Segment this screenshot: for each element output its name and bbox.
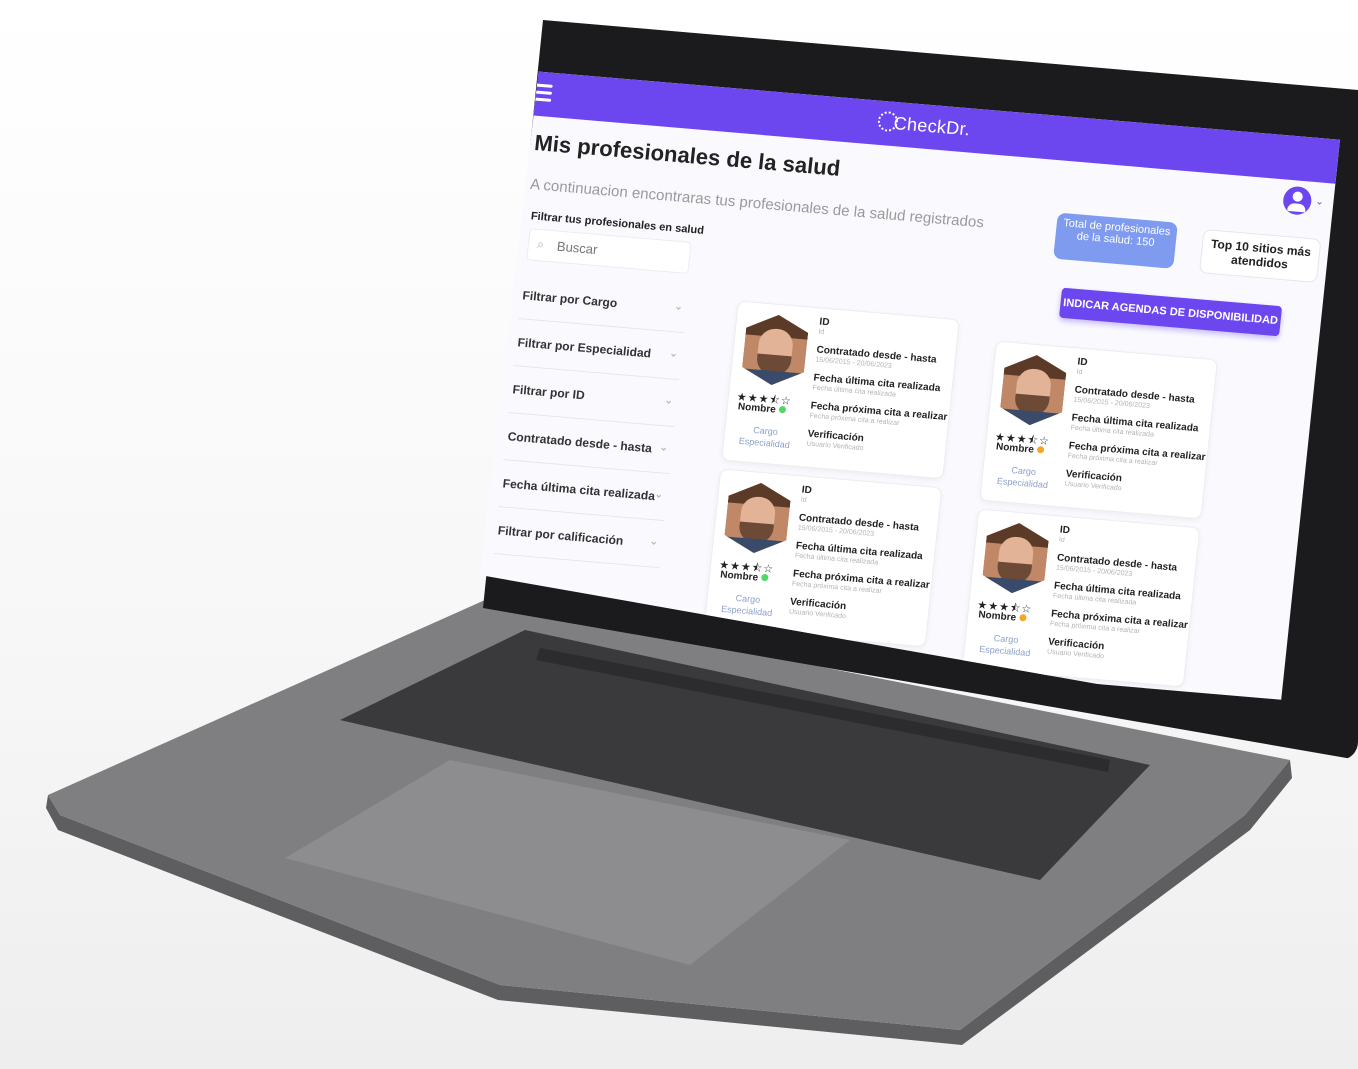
filter-label: Contratado desde - hasta: [507, 429, 653, 456]
cargo-especialidad: Cargo Especialidad: [732, 422, 799, 451]
cargo-especialidad: Cargo Especialidad: [972, 630, 1039, 659]
status-dot: [1036, 445, 1045, 454]
id-label: ID: [1059, 524, 1071, 537]
logo-text: CheckDr.: [892, 112, 972, 140]
filter-label: Filtrar por Especialidad: [516, 335, 652, 361]
top-sites-button[interactable]: Top 10 sitios más atendidos: [1198, 228, 1322, 284]
availability-schedules-button[interactable]: INDICAR AGENDAS DE DISPONIBILIDAD: [1059, 287, 1283, 337]
professional-card[interactable]: ★★★⯪☆ Nombre Cargo Especialidad ID Id Con…: [961, 508, 1201, 688]
name-text: Nombre: [977, 609, 1017, 624]
professional-photo: [723, 480, 792, 555]
id-value: Id: [818, 328, 825, 336]
cargo-especialidad: Cargo Especialidad: [990, 462, 1057, 491]
professional-photo: [999, 352, 1068, 427]
id-label: ID: [1076, 356, 1089, 369]
professional-card[interactable]: ★★★⯪☆ Nombre Cargo Especialidad ID Id Con…: [979, 340, 1219, 520]
filter-label: Filtrar por Cargo: [521, 288, 619, 311]
professional-card[interactable]: ★★★⯪☆ Nombre Cargo Especialidad ID Id Con…: [703, 468, 943, 648]
name-text: Nombre: [737, 401, 777, 416]
filter-label: Fecha última cita realizada: [502, 476, 656, 504]
id-value: Id: [1058, 536, 1066, 545]
name-text: Nombre: [995, 441, 1035, 456]
brand-logo: CheckDr.: [876, 110, 972, 141]
chevron-down-icon[interactable]: ⌄: [1315, 196, 1325, 208]
chevron-down-icon: ⌄: [649, 536, 659, 548]
status-dot: [778, 405, 787, 414]
filter-list: Filtrar por Cargo ⌄ Filtrar por Especiali…: [493, 272, 689, 569]
chevron-down-icon: ⌄: [658, 442, 669, 454]
chevron-down-icon: ⌄: [668, 348, 679, 360]
id-value: Id: [1076, 368, 1083, 377]
menu-icon[interactable]: [530, 83, 553, 103]
user-avatar-icon[interactable]: [1281, 185, 1313, 216]
cargo-especialidad: Cargo Especialidad: [714, 590, 781, 619]
search-field[interactable]: ⌕: [526, 228, 692, 274]
status-dot: [1018, 613, 1027, 622]
total-professionals-badge: Total de profesionales de la salud: 150: [1053, 212, 1178, 269]
filter-label: Filtrar por ID: [511, 382, 586, 403]
chevron-down-icon: ⌄: [663, 395, 674, 407]
id-value: Id: [800, 496, 807, 504]
filter-label: Filtrar por calificación: [497, 523, 625, 548]
id-label: ID: [818, 316, 831, 329]
search-icon: ⌕: [536, 235, 546, 252]
name-text: Nombre: [719, 569, 759, 584]
search-input[interactable]: [554, 237, 686, 266]
chevron-down-icon: ⌄: [673, 301, 684, 313]
professional-card[interactable]: ★★★⯪☆ Nombre Cargo Especialidad ID Id Con…: [721, 300, 960, 480]
professional-photo: [981, 520, 1050, 595]
status-dot: [760, 573, 769, 582]
chevron-down-icon: ⌄: [654, 489, 664, 501]
professional-photo: [740, 312, 809, 387]
id-label: ID: [801, 484, 813, 497]
